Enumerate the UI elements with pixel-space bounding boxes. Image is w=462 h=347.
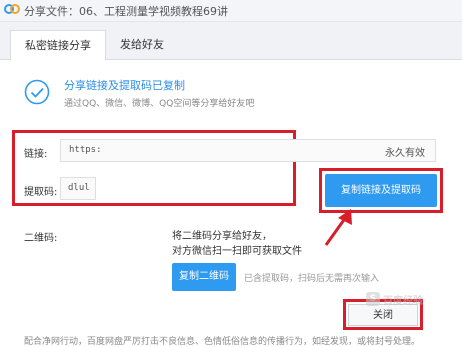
success-title: 分享链接及提取码已复制 [64, 79, 185, 92]
link-label: 链接: [24, 149, 48, 160]
watermark-text: 百度经验 [383, 296, 423, 307]
title-bar: 分享文件：06、工程测量学视频教程69讲 [0, 0, 462, 22]
extract-code-field[interactable]: dlul [60, 177, 96, 200]
watermark-badge: S [366, 292, 380, 306]
share-link-value: https: [69, 145, 102, 155]
success-subtitle: 通过QQ、微信、微博、QQ空间等分享给好友吧 [64, 99, 255, 109]
close-button[interactable]: 关闭 [348, 304, 418, 326]
copy-link-and-code-button[interactable]: 复制链接及提取码 [325, 174, 437, 207]
window-title: 分享文件：06、工程测量学视频教程69讲 [24, 5, 228, 18]
baidu-netdisk-logo-icon [4, 4, 20, 14]
extract-code-value: dlul [68, 183, 90, 193]
link-expiry-text: 永久有效 [385, 148, 425, 159]
copy-qr-button[interactable]: 复制二维码 [172, 263, 236, 291]
share-link-field[interactable]: https: 永久有效 [60, 139, 436, 162]
qr-label: 二维码: [24, 233, 58, 244]
extract-code-label: 提取码: [24, 187, 58, 198]
tab-private-link-share[interactable]: 私密链接分享 [10, 30, 106, 60]
qr-hint-line-2: 对方微信扫一扫即可获取文件 [172, 246, 302, 257]
qr-hint-line-1: 将二维码分享给好友， [172, 231, 272, 242]
footer-notice: 配合净网行动，百度网盘严厉打击不良信息、色情低俗信息的传播行为，如经发现，或将封… [24, 337, 421, 347]
check-circle-icon [24, 79, 50, 105]
tab-bar: 私密链接分享 发给好友 [0, 22, 462, 60]
qr-hint: 将二维码分享给好友， 对方微信扫一扫即可获取文件 [172, 229, 302, 259]
annotation-arrow-icon [324, 209, 352, 246]
tab-send-to-friend[interactable]: 发给好友 [106, 30, 178, 60]
qr-note: 已含提取码，扫码后无需再次输入 [244, 274, 380, 284]
watermark: S 百度经验 [366, 291, 440, 307]
